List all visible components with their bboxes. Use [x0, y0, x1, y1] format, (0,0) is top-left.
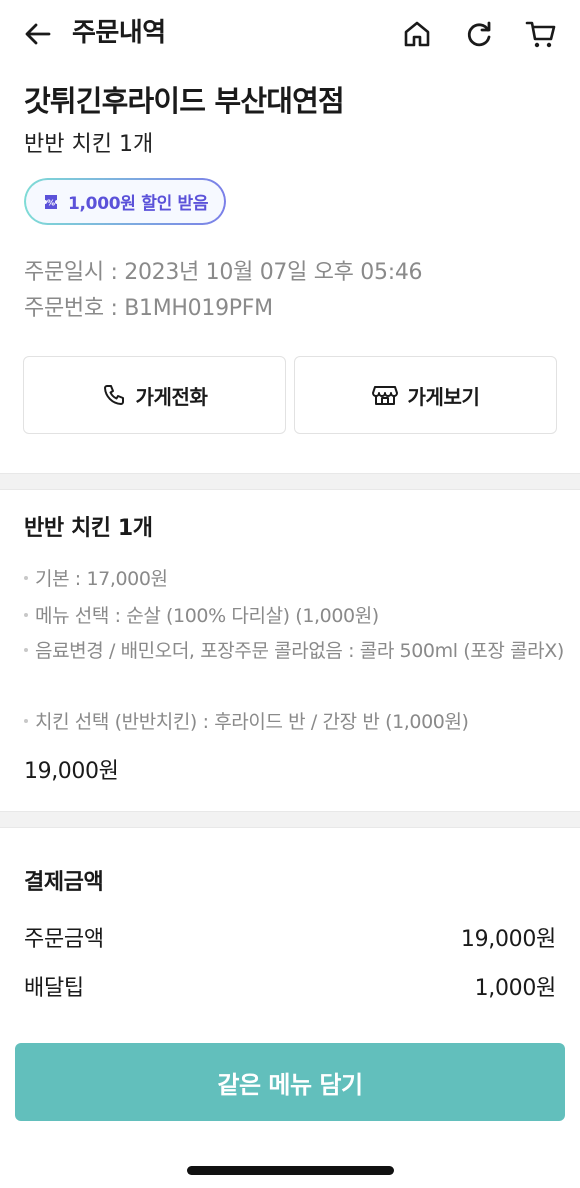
cart-button[interactable] [521, 14, 561, 54]
payment-row-value: 1,000원 [474, 976, 557, 1001]
payment-row-label: 주문금액 [24, 927, 104, 952]
top-app-bar: 주문내역 [0, 0, 580, 68]
store-icon [371, 386, 398, 405]
option-line: 메뉴 선택 : 순살 (100% 다리살) (1,000원) [24, 598, 564, 634]
view-store-label: 가게보기 [407, 384, 480, 409]
phone-icon [103, 385, 124, 405]
section-divider [0, 811, 580, 828]
home-icon [404, 21, 430, 47]
section-divider [0, 473, 580, 490]
refresh-button[interactable] [459, 14, 499, 54]
call-store-button[interactable]: 가게전화 [23, 356, 286, 434]
add-same-menu-button[interactable]: 같은 메뉴 담기 [15, 1043, 565, 1121]
payment-row-value: 19,000원 [460, 927, 556, 952]
order-datetime: 주문일시 : 2023년 10월 07일 오후 05:46 [24, 260, 423, 285]
discount-label: 1,000원 할인 받음 [68, 194, 209, 214]
cart-icon [525, 21, 556, 48]
back-button[interactable] [20, 14, 56, 54]
page-title: 주문내역 [72, 18, 166, 48]
home-button[interactable] [397, 14, 437, 54]
call-store-label: 가게전화 [135, 384, 208, 409]
view-store-button[interactable]: 가게보기 [294, 356, 557, 434]
add-same-menu-label: 같은 메뉴 담기 [217, 1070, 363, 1099]
option-line: 음료변경 / 배민오더, 포장주문 콜라없음 : 콜라 500ml (포장 콜라… [24, 633, 564, 669]
payment-row-label: 배달팁 [24, 976, 84, 1001]
home-indicator [187, 1166, 394, 1175]
store-name: 갓튀긴후라이드 부산대연점 [24, 84, 345, 118]
discount-badge: % 1,000원 할인 받음 [24, 178, 227, 225]
svg-text:%: % [47, 198, 55, 207]
coupon-icon: % [45, 194, 57, 209]
payment-row-order-amount: 주문금액 19,000원 [24, 924, 556, 956]
payment-row-delivery-tip: 배달팁 1,000원 [24, 973, 556, 1005]
item-price: 19,000원 [24, 759, 119, 784]
payment-title: 결제금액 [24, 870, 104, 895]
refresh-icon [467, 21, 491, 47]
option-line: 치킨 선택 (반반치킨) : 후라이드 반 / 간장 반 (1,000원) [24, 704, 564, 740]
item-title: 반반 치킨 1개 [24, 516, 153, 541]
option-line: 기본 : 17,000원 [24, 561, 564, 597]
back-arrow-icon [25, 23, 51, 45]
order-summary: 반반 치킨 1개 [24, 132, 154, 157]
order-number: 주문번호 : B1MH019PFM [24, 296, 273, 321]
